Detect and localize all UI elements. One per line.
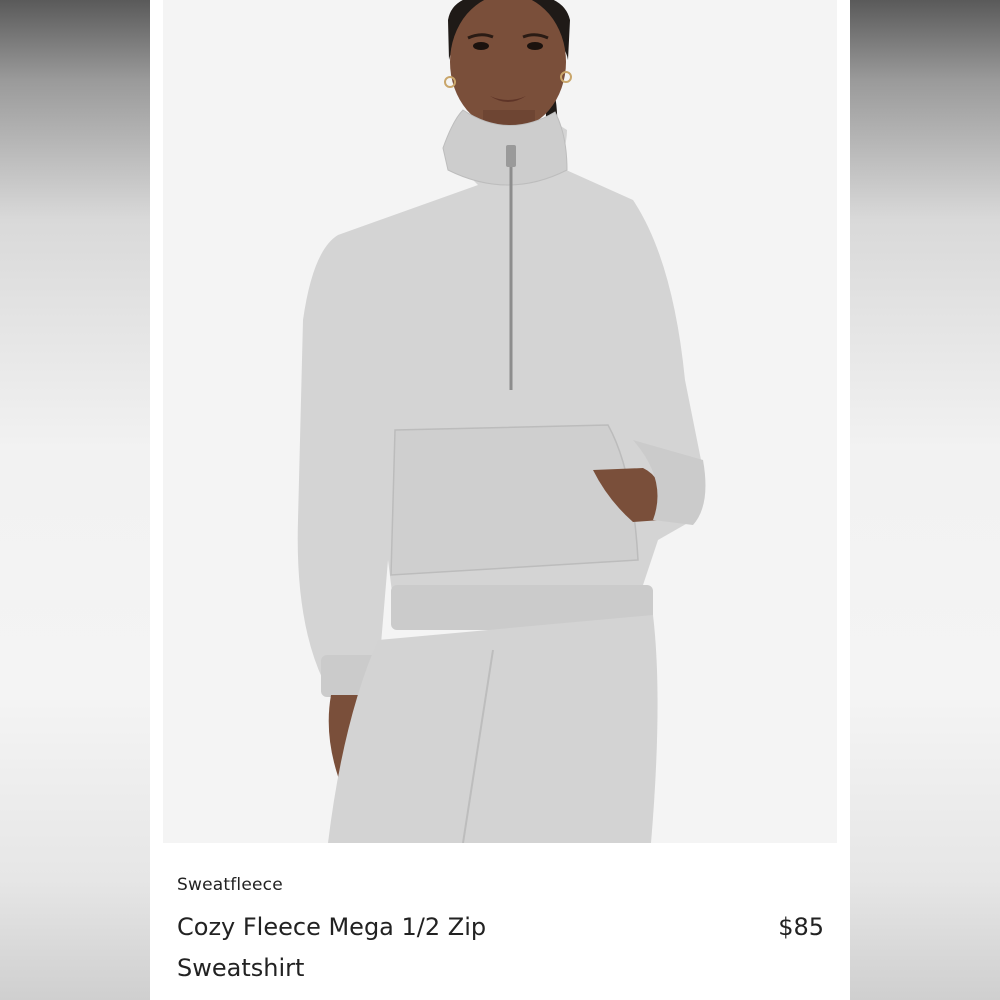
product-title[interactable]: Cozy Fleece Mega 1/2 Zip Sweatshirt [177, 907, 597, 989]
product-info: Sweatfleece Cozy Fleece Mega 1/2 Zip Swe… [150, 843, 850, 1000]
blurred-backdrop-left [0, 0, 150, 1000]
model-illustration [163, 0, 837, 843]
listing-screenshot: Sweatfleece Cozy Fleece Mega 1/2 Zip Swe… [0, 0, 1000, 1000]
product-brand: Sweatfleece [177, 875, 283, 895]
product-price: $85 [778, 913, 824, 941]
product-photo[interactable] [163, 0, 837, 843]
product-card[interactable]: Sweatfleece Cozy Fleece Mega 1/2 Zip Swe… [150, 0, 850, 1000]
blurred-backdrop-right [850, 0, 1000, 1000]
